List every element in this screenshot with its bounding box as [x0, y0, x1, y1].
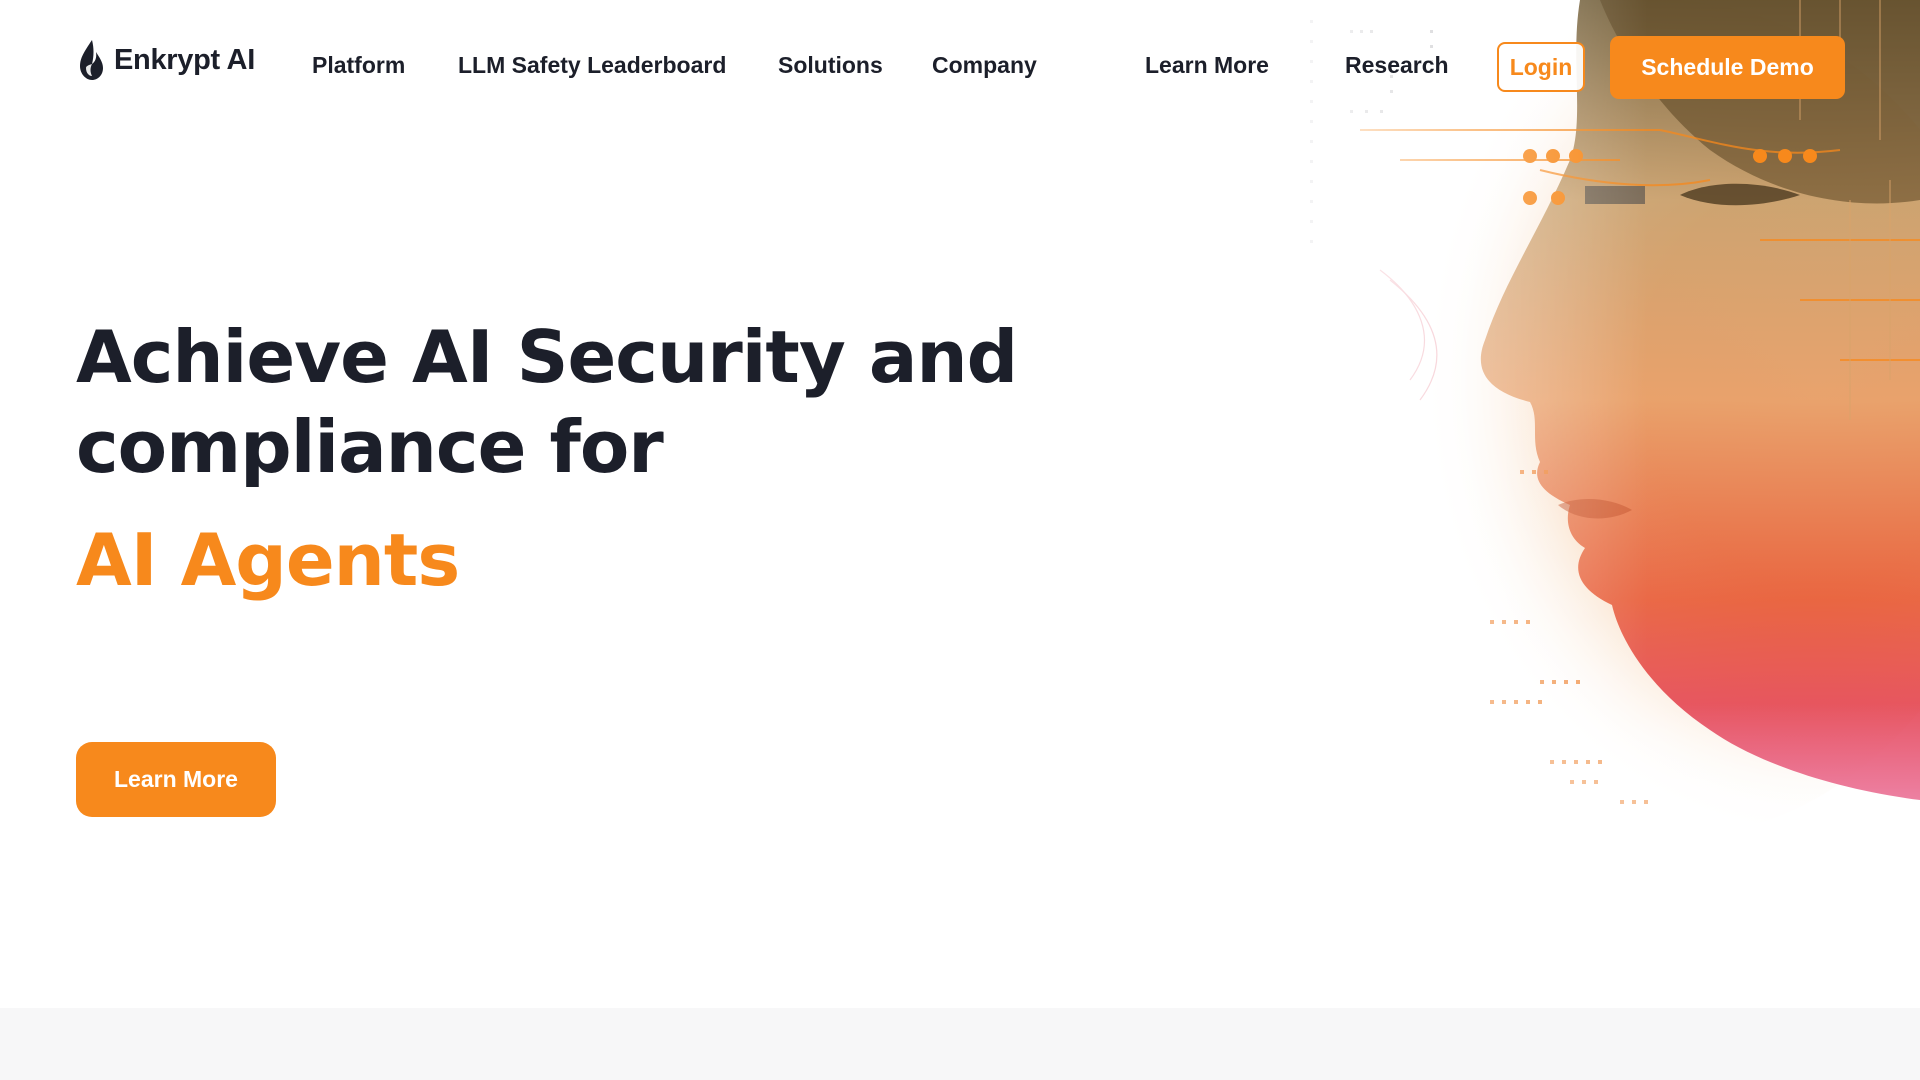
nav-research[interactable]: Research: [1345, 52, 1449, 79]
flame-drop-logo-icon: [80, 40, 103, 80]
hero-learn-more-button[interactable]: Learn More: [76, 742, 276, 817]
ai-face-illustration: [1240, 0, 1920, 1005]
nav-learn-more[interactable]: Learn More: [1145, 52, 1269, 79]
hero-accent-text: AI Agents: [76, 518, 460, 602]
hero-title-line-2: compliance for: [76, 405, 664, 489]
brand-name: Enkrypt AI: [114, 43, 255, 76]
nav-solutions[interactable]: Solutions: [778, 52, 883, 79]
brand-logo[interactable]: Enkrypt AI: [76, 38, 255, 82]
hero-title-line-1: Achieve AI Security and: [76, 315, 1018, 399]
nav-llm-safety-leaderboard[interactable]: LLM Safety Leaderboard: [458, 52, 726, 79]
nav-company[interactable]: Company: [932, 52, 1037, 79]
schedule-demo-button[interactable]: Schedule Demo: [1610, 36, 1845, 99]
login-button[interactable]: Login: [1497, 42, 1585, 92]
hero-image: [1240, 0, 1920, 1005]
hero-title: Achieve AI Security and compliance for: [76, 312, 1076, 492]
next-section-band: [0, 1008, 1920, 1080]
site-header: Enkrypt AI Platform LLM Safety Leaderboa…: [0, 0, 1920, 135]
nav-platform[interactable]: Platform: [312, 52, 405, 79]
